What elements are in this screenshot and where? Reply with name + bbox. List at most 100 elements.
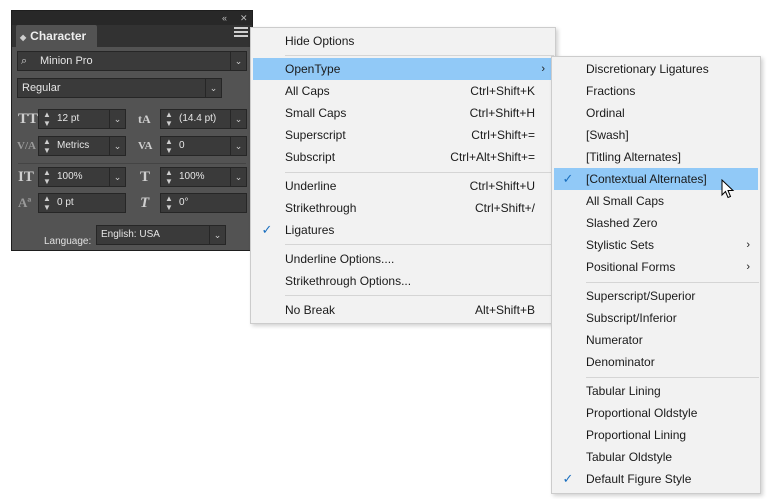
tracking-icon: VA (138, 140, 153, 152)
submenu-item-default-figure-style[interactable]: ✓ Default Figure Style (552, 468, 760, 490)
submenu-item-label: Tabular Oldstyle (586, 450, 673, 464)
baseline-shift-field[interactable]: ▲ ▼ 0 pt (38, 193, 126, 213)
collapse-icon[interactable]: « (222, 12, 227, 24)
submenu-item-label: Denominator (586, 355, 655, 369)
horizontal-scale-icon: T (140, 169, 151, 185)
chevron-down-icon: ⌄ (230, 52, 246, 70)
character-panel: « ✕ ◆ Character ⌕ Minion Pro ⌄ Regular ⌄ … (11, 10, 253, 251)
chevron-down-icon: ⌄ (230, 137, 246, 155)
menu-item-label: All Caps (285, 84, 330, 98)
checkmark-icon: ✓ (562, 171, 574, 186)
language-label: Language: (44, 236, 92, 247)
submenu-item-stylistic-sets[interactable]: Stylistic Sets › (552, 234, 760, 256)
baseline-shift-icon: Aª (18, 195, 32, 210)
submenu-item-proportional-oldstyle[interactable]: Proportional Oldstyle (552, 402, 760, 424)
chevron-right-icon: › (746, 239, 750, 251)
stepper-icon[interactable]: ▲ ▼ (41, 110, 53, 128)
menu-item-label: Underline Options.... (285, 252, 395, 266)
language-dropdown[interactable]: English: USA ⌄ (96, 225, 226, 245)
stepper-icon[interactable]: ▲ ▼ (163, 194, 175, 212)
stepper-icon[interactable]: ▲ ▼ (41, 168, 53, 186)
kerning-icon: V/A (17, 140, 36, 152)
menu-item-all-caps[interactable]: All Caps Ctrl+Shift+K (251, 80, 555, 102)
submenu-item-fractions[interactable]: Fractions (552, 80, 760, 102)
menu-item-label: Underline (285, 179, 337, 193)
menu-item-label: Strikethrough Options... (285, 274, 412, 288)
skew-field[interactable]: ▲ ▼ 0° (160, 193, 247, 213)
submenu-item-label: Proportional Oldstyle (586, 406, 698, 420)
font-style-dropdown[interactable]: Regular ⌄ (17, 78, 222, 98)
tracking-field[interactable]: ▲ ▼ 0 ⌄ (160, 136, 247, 156)
menu-item-ligatures[interactable]: ✓ Ligatures (251, 219, 555, 241)
stepper-icon[interactable]: ▲ ▼ (41, 137, 53, 155)
skew-value: 0° (179, 197, 189, 208)
panel-menu-icon[interactable] (234, 27, 248, 39)
submenu-item-swash[interactable]: [Swash] (552, 124, 760, 146)
chevron-down-icon: ⌄ (230, 110, 246, 128)
menu-item-opentype[interactable]: OpenType › (253, 58, 555, 80)
menu-item-shortcut: Alt+Shift+B (474, 303, 535, 317)
tab-character[interactable]: ◆ Character (16, 25, 97, 47)
language-value: English: USA (101, 229, 160, 240)
submenu-item-titling-alternates[interactable]: [Titling Alternates] (552, 146, 760, 168)
submenu-item-discretionary-ligatures[interactable]: Discretionary Ligatures (552, 58, 760, 80)
submenu-item-positional-forms[interactable]: Positional Forms › (552, 256, 760, 278)
menu-item-hide-options[interactable]: Hide Options (251, 30, 555, 52)
submenu-item-proportional-lining[interactable]: Proportional Lining (552, 424, 760, 446)
menu-item-shortcut: Ctrl+Shift+= (471, 128, 535, 142)
menu-item-label: Strikethrough (285, 201, 357, 215)
stepper-icon[interactable]: ▲ ▼ (41, 194, 53, 212)
submenu-item-superscript-superior[interactable]: Superscript/Superior (552, 285, 760, 307)
menu-item-underline[interactable]: Underline Ctrl+Shift+U (251, 175, 555, 197)
submenu-item-tabular-lining[interactable]: Tabular Lining (552, 380, 760, 402)
vertical-scale-field[interactable]: ▲ ▼ 100% ⌄ (38, 167, 126, 187)
leading-field[interactable]: ▲ ▼ (14.4 pt) ⌄ (160, 109, 247, 129)
menu-item-shortcut: Ctrl+Shift+/ (474, 201, 535, 215)
leading-value: (14.4 pt) (179, 113, 217, 124)
chevron-right-icon: › (746, 261, 750, 273)
menu-item-strikethrough[interactable]: Strikethrough Ctrl+Shift+/ (251, 197, 555, 219)
font-style-value: Regular (22, 82, 61, 94)
submenu-item-label: Proportional Lining (586, 428, 687, 442)
menu-item-no-break[interactable]: No Break Alt+Shift+B (251, 299, 555, 321)
panel-menu: Hide Options OpenType › All Caps Ctrl+Sh… (250, 27, 556, 324)
menu-item-small-caps[interactable]: Small Caps Ctrl+Shift+H (251, 102, 555, 124)
submenu-item-numerator[interactable]: Numerator (552, 329, 760, 351)
submenu-item-denominator[interactable]: Denominator (552, 351, 760, 373)
kerning-field[interactable]: ▲ ▼ Metrics ⌄ (38, 136, 126, 156)
submenu-item-label: Subscript/Inferior (586, 311, 677, 325)
menu-item-underline-options[interactable]: Underline Options.... (251, 248, 555, 270)
stepper-icon[interactable]: ▲ ▼ (163, 168, 175, 186)
stepper-icon[interactable]: ▲ ▼ (163, 137, 175, 155)
submenu-divider (586, 282, 759, 283)
menu-item-superscript[interactable]: Superscript Ctrl+Shift+= (251, 124, 555, 146)
menu-item-label: Subscript (285, 150, 336, 164)
vertical-scale-icon: IT (18, 169, 34, 185)
expand-icon: ◆ (20, 33, 27, 42)
menu-item-subscript[interactable]: Subscript Ctrl+Alt+Shift+= (251, 146, 555, 168)
checkmark-icon: ✓ (562, 471, 574, 486)
font-family-dropdown[interactable]: ⌕ Minion Pro ⌄ (17, 51, 247, 71)
submenu-item-label: Numerator (586, 333, 643, 347)
menu-item-strikethrough-options[interactable]: Strikethrough Options... (251, 270, 555, 292)
submenu-item-subscript-inferior[interactable]: Subscript/Inferior (552, 307, 760, 329)
close-icon[interactable]: ✕ (240, 12, 248, 24)
checkmark-icon: ✓ (261, 222, 273, 237)
submenu-item-slashed-zero[interactable]: Slashed Zero (552, 212, 760, 234)
vertical-scale-value: 100% (57, 171, 83, 182)
font-family-value: Minion Pro (40, 55, 93, 67)
submenu-item-ordinal[interactable]: Ordinal (552, 102, 760, 124)
menu-divider (285, 244, 554, 245)
horizontal-scale-field[interactable]: ▲ ▼ 100% ⌄ (160, 167, 247, 187)
menu-item-label: Hide Options (285, 34, 355, 48)
menu-item-label: Small Caps (285, 106, 347, 120)
panel-title-bar: « ✕ (12, 11, 252, 25)
divider (18, 163, 246, 164)
font-size-field[interactable]: ▲ ▼ 12 pt ⌄ (38, 109, 126, 129)
stepper-icon[interactable]: ▲ ▼ (163, 110, 175, 128)
menu-item-label: Superscript (285, 128, 346, 142)
submenu-item-label: All Small Caps (586, 194, 665, 208)
submenu-item-tabular-oldstyle[interactable]: Tabular Oldstyle (552, 446, 760, 468)
baseline-shift-value: 0 pt (57, 197, 74, 208)
chevron-down-icon: ⌄ (109, 110, 125, 128)
